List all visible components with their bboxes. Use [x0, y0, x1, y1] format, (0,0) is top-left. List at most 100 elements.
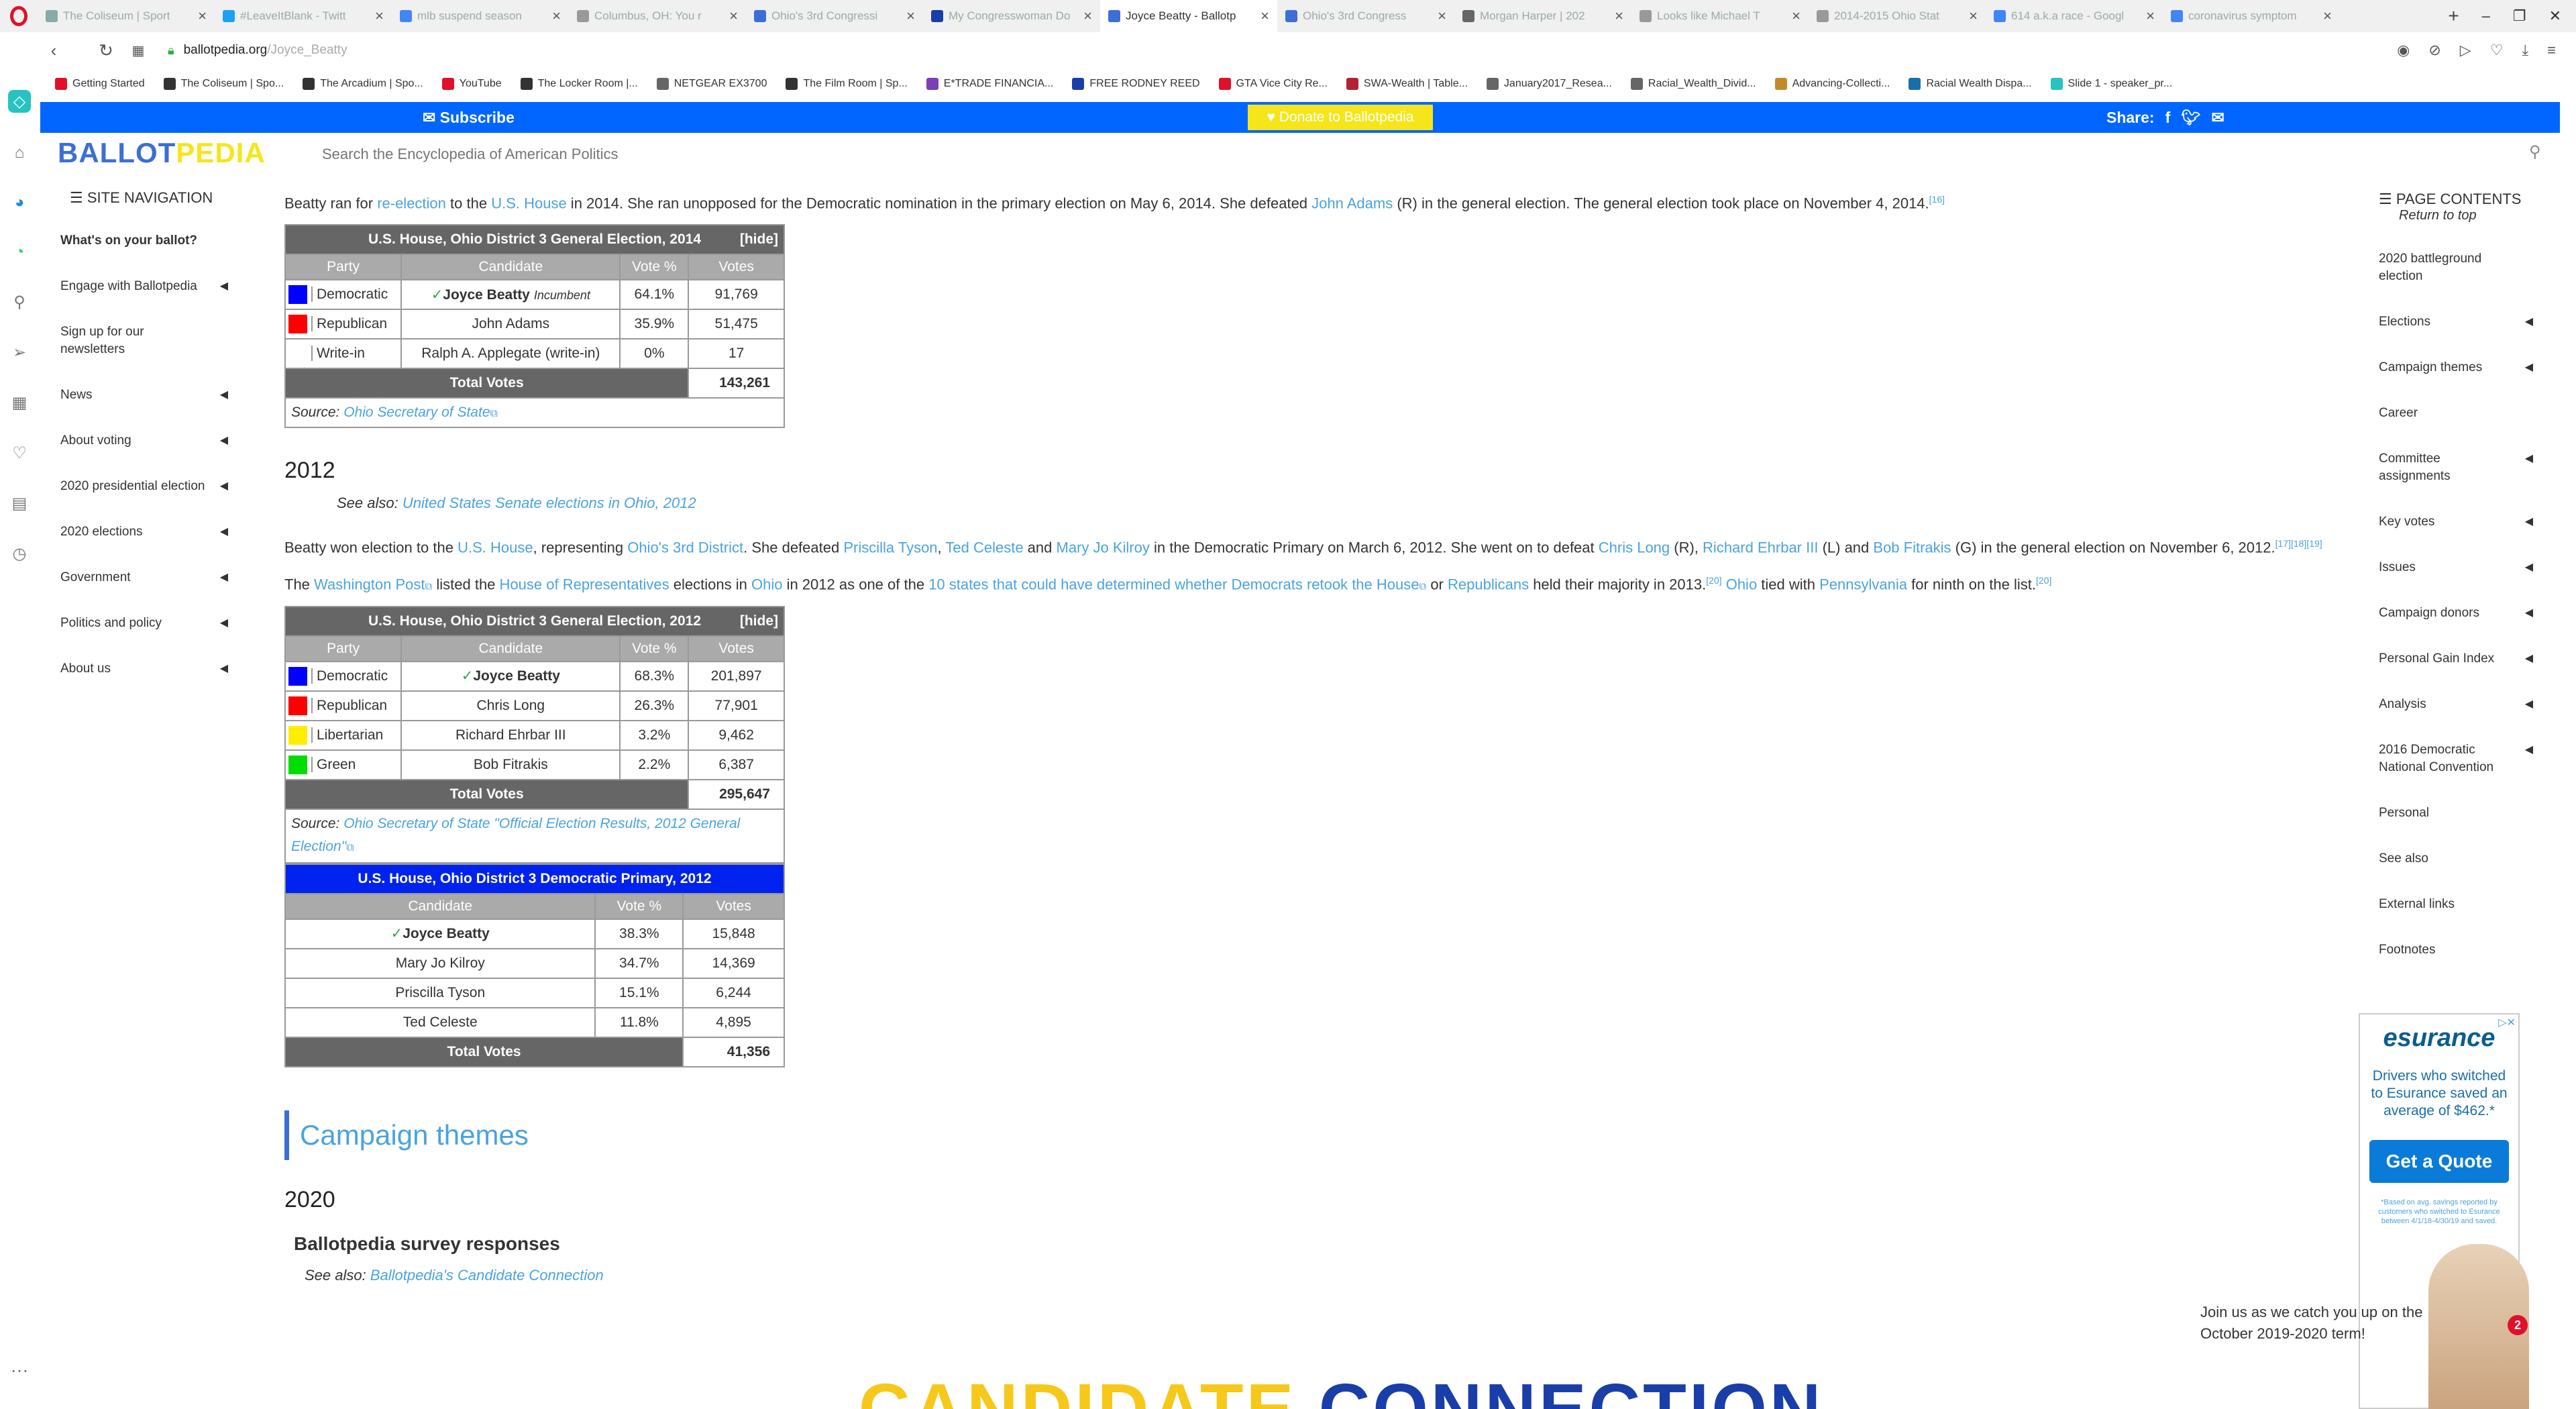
hide-table-link[interactable]: [hide] [740, 231, 778, 248]
site-nav-item[interactable]: 2020 elections ◀ [60, 523, 228, 541]
url-field[interactable]: ballotpedia.org/Joyce_Beatty [184, 43, 347, 58]
workspace-icon[interactable]: ◇ [8, 90, 31, 113]
page-contents-item[interactable]: Key votes ◀ [2379, 513, 2533, 531]
site-nav-item[interactable]: About us ◀ [60, 660, 228, 678]
history-icon[interactable]: ◷ [13, 544, 27, 564]
chat-prompt-text[interactable]: Join us as we catch you up on the Octobe… [2200, 1302, 2428, 1345]
donate-button[interactable]: ♥ Donate to Ballotpedia [1248, 105, 1433, 130]
ohio-link[interactable]: Ohio [1726, 576, 1757, 592]
page-contents-item[interactable]: Campaign themes ◀ [2379, 359, 2533, 376]
browser-tab[interactable]: 614 a.k.a race - Googl × [1986, 0, 2163, 32]
more-icon[interactable]: … [10, 1355, 29, 1377]
washington-post-link[interactable]: Washington Post [314, 576, 425, 592]
expand-arrow-icon[interactable]: ◀ [2525, 741, 2533, 759]
close-tab-icon[interactable]: × [552, 7, 561, 25]
bookmark-item[interactable]: GTA Vice City Re... [1218, 78, 1328, 90]
bookmarks-heart-icon[interactable]: ♡ [12, 443, 27, 463]
site-nav-item[interactable]: 2020 presidential election ◀ [60, 478, 228, 495]
bookmark-item[interactable]: E*TRADE FINANCIA... [926, 78, 1053, 90]
site-nav-item[interactable]: Sign up for our newsletters [60, 323, 228, 358]
site-nav-item[interactable]: Government ◀ [60, 569, 228, 586]
source-link[interactable]: Ohio Secretary of State [343, 405, 490, 420]
browser-tab[interactable]: Morgan Harper | 202 × [1454, 0, 1631, 32]
search-icon[interactable]: ⚲ [13, 293, 25, 312]
expand-arrow-icon[interactable]: ◀ [2525, 513, 2533, 531]
page-contents-item[interactable]: Footnotes [2379, 941, 2533, 959]
reload-icon[interactable]: ↻ [90, 40, 122, 61]
bookmark-item[interactable]: Racial Wealth Dispa... [1909, 78, 2032, 90]
close-tab-icon[interactable]: × [1260, 7, 1269, 25]
bookmark-item[interactable]: The Coliseum | Spo... [163, 78, 284, 90]
expand-arrow-icon[interactable]: ◀ [220, 615, 228, 632]
bookmark-item[interactable]: Racial_Wealth_Divid... [1630, 78, 1756, 90]
expand-arrow-icon[interactable]: ◀ [220, 478, 228, 495]
expand-arrow-icon[interactable]: ◀ [2525, 313, 2533, 331]
close-tab-icon[interactable]: × [2146, 7, 2155, 25]
chris-long-link[interactable]: Chris Long [1599, 539, 1670, 556]
page-contents-item[interactable]: Personal Gain Index ◀ [2379, 650, 2533, 668]
close-tab-icon[interactable]: × [1792, 7, 1801, 25]
bookmark-item[interactable]: The Locker Room |... [520, 78, 638, 90]
expand-arrow-icon[interactable]: ◀ [220, 523, 228, 541]
footnote-ref[interactable]: [16] [1929, 194, 1945, 205]
bob-fitrakis-link[interactable]: Bob Fitrakis [1873, 539, 1951, 556]
footnote-ref[interactable]: [20] [1706, 575, 1721, 586]
mary-jo-kilroy-link[interactable]: Mary Jo Kilroy [1057, 539, 1150, 556]
browser-tab[interactable]: My Congresswoman Do × [923, 0, 1100, 32]
republicans-link[interactable]: Republicans [1448, 576, 1529, 592]
re-election-link[interactable]: re-election [377, 195, 446, 211]
bookmark-item[interactable]: Advancing-Collecti... [1774, 78, 1890, 90]
close-tab-icon[interactable]: × [1969, 7, 1978, 25]
bookmark-item[interactable]: YouTube [441, 78, 502, 90]
new-tab-button[interactable]: + [2440, 5, 2467, 27]
camera-icon[interactable]: ◉ [2397, 42, 2410, 59]
news-icon[interactable]: ▤ [12, 494, 28, 513]
page-contents-item[interactable]: Issues ◀ [2379, 559, 2533, 576]
browser-tab[interactable]: mlb suspend season × [392, 0, 569, 32]
close-tab-icon[interactable]: × [906, 7, 915, 25]
minimize-window-icon[interactable]: – [2482, 7, 2490, 25]
site-navigation-title[interactable]: ☰ SITE NAVIGATION [70, 189, 235, 207]
priscilla-tyson-link[interactable]: Priscilla Tyson [843, 539, 937, 556]
expand-arrow-icon[interactable]: ◀ [220, 278, 228, 295]
expand-arrow-icon[interactable]: ◀ [2525, 359, 2533, 376]
bookmark-item[interactable]: Getting Started [55, 78, 145, 90]
close-tab-icon[interactable]: × [375, 7, 384, 25]
expand-arrow-icon[interactable]: ◀ [220, 569, 228, 586]
restore-window-icon[interactable]: ❐ [2513, 7, 2526, 25]
expand-arrow-icon[interactable]: ◀ [220, 660, 228, 678]
page-contents-item[interactable]: Personal [2379, 804, 2533, 822]
see-also-link[interactable]: United States Senate elections in Ohio, … [402, 494, 696, 511]
source-link[interactable]: Ohio Secretary of State "Official Electi… [291, 816, 740, 854]
browser-tab[interactable]: coronavirus symptom × [2163, 0, 2340, 32]
expand-arrow-icon[interactable]: ◀ [220, 386, 228, 404]
ad-close-icon[interactable]: ▷✕ [2498, 1016, 2516, 1029]
site-nav-item[interactable]: Engage with Ballotpedia ◀ [60, 278, 228, 295]
facebook-icon[interactable]: f [2165, 109, 2171, 127]
expand-arrow-icon[interactable]: ◀ [220, 432, 228, 450]
email-icon[interactable]: ✉ [2211, 109, 2224, 127]
speed-dial-icon[interactable]: ▦ [122, 42, 154, 59]
opera-menu-button[interactable] [0, 0, 38, 32]
browser-tab[interactable]: Ohio's 3rd Congressi × [746, 0, 923, 32]
site-nav-item[interactable]: Politics and policy ◀ [60, 615, 228, 632]
page-contents-item[interactable]: 2016 Democratic National Convention ◀ [2379, 741, 2533, 776]
ten-states-link[interactable]: 10 states that could have determined whe… [928, 576, 1419, 592]
bookmark-item[interactable]: January2017_Resea... [1486, 78, 1612, 90]
hide-table-link[interactable]: [hide] [740, 613, 778, 629]
candidate-connection-link[interactable]: Ballotpedia's Candidate Connection [370, 1267, 604, 1284]
expand-arrow-icon[interactable]: ◀ [2525, 559, 2533, 576]
page-contents-item[interactable]: Analysis ◀ [2379, 696, 2533, 713]
browser-tab[interactable]: 2014-2015 Ohio Stat × [1809, 0, 1986, 32]
ted-celeste-link[interactable]: Ted Celeste [945, 539, 1023, 556]
bookmark-item[interactable]: FREE RODNEY REED [1072, 78, 1200, 90]
bookmark-item[interactable]: SWA-Wealth | Table... [1346, 78, 1468, 90]
close-tab-icon[interactable]: × [1083, 7, 1092, 25]
browser-tab[interactable]: The Coliseum | Sport × [38, 0, 215, 32]
richard-ehrbar-link[interactable]: Richard Ehrbar III [1703, 539, 1818, 556]
page-contents-item[interactable]: Elections ◀ [2379, 313, 2533, 331]
site-nav-item[interactable]: News ◀ [60, 386, 228, 404]
home-icon[interactable]: ⌂ [15, 144, 25, 162]
browser-tab[interactable]: Ohio's 3rd Congress × [1277, 0, 1454, 32]
page-contents-item[interactable]: Committee assignments ◀ [2379, 450, 2533, 485]
